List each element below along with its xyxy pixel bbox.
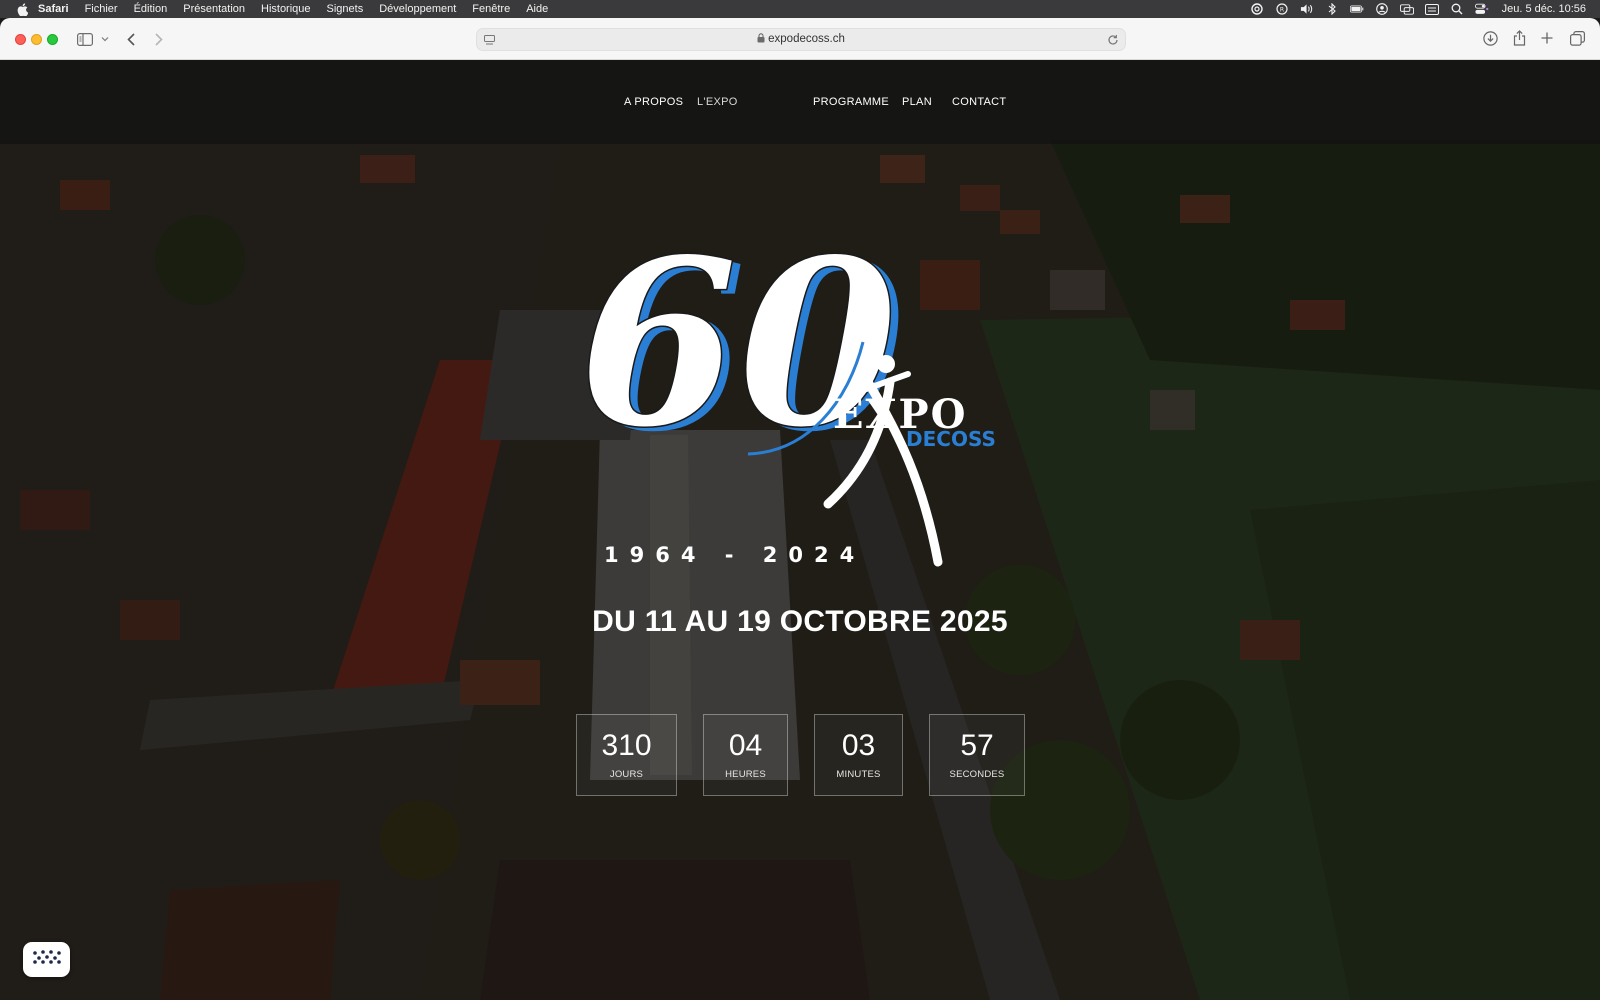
lock-icon [757, 33, 765, 46]
logo-years: 1964 - 2024 [604, 543, 865, 567]
url-display[interactable]: expodecoss.ch [477, 33, 1125, 46]
sidebar-icon[interactable] [76, 32, 94, 46]
menu-app-name[interactable]: Safari [38, 3, 69, 15]
bluetooth-icon[interactable] [1325, 3, 1339, 15]
volume-icon[interactable] [1300, 3, 1314, 15]
tab-overview-icon[interactable] [1569, 30, 1585, 46]
window-minimize-button[interactable] [31, 34, 42, 45]
countdown-hours: 04 HEURES [703, 714, 788, 796]
notch-app-icon[interactable]: R [1275, 3, 1289, 15]
logo-brand-bottom: DECOSS [906, 427, 996, 451]
url-text: expodecoss.ch [768, 33, 845, 45]
menu-presentation[interactable]: Présentation [183, 3, 245, 15]
forward-icon[interactable] [152, 31, 166, 47]
nav-a-propos[interactable]: A PROPOS [624, 96, 683, 108]
nav-l-expo[interactable]: L'EXPO [697, 96, 738, 108]
control-center-icon[interactable] [1474, 3, 1489, 15]
nav-plan[interactable]: PLAN [902, 96, 932, 108]
logo-number: 60 [578, 232, 898, 479]
reload-icon[interactable] [1106, 33, 1119, 46]
countdown-seconds: 57 SECONDES [929, 714, 1025, 796]
menu-developpement[interactable]: Développement [379, 3, 456, 15]
chevron-down-icon[interactable] [100, 34, 110, 44]
cookie-icon [29, 947, 65, 972]
share-icon[interactable] [1511, 29, 1527, 47]
countdown-hours-value: 04 [728, 729, 763, 762]
nav-contact[interactable]: CONTACT [952, 96, 1006, 108]
user-icon[interactable] [1375, 3, 1389, 15]
menu-edition[interactable]: Édition [134, 3, 168, 15]
menu-historique[interactable]: Historique [261, 3, 311, 15]
screen-mirroring-icon[interactable] [1399, 3, 1414, 15]
countdown-seconds-label: SECONDES [949, 769, 1005, 780]
web-page: A PROPOS L'EXPO PROGRAMME PLAN CONTACT 6… [0, 60, 1600, 1000]
countdown-minutes-value: 03 [841, 729, 876, 762]
nav-programme[interactable]: PROGRAMME [813, 96, 889, 108]
cookie-settings-button[interactable] [23, 942, 70, 977]
battery-icon[interactable] [1349, 3, 1364, 15]
download-icon[interactable] [1482, 30, 1498, 46]
countdown-days-value: 310 [601, 729, 652, 762]
event-dates-headline: DU 11 AU 19 OCTOBRE 2025 [592, 605, 1008, 638]
menu-signets[interactable]: Signets [327, 3, 364, 15]
window-close-button[interactable] [15, 34, 26, 45]
back-icon[interactable] [124, 31, 138, 47]
countdown-minutes-label: MINUTES [836, 769, 881, 780]
apple-icon[interactable] [14, 2, 30, 16]
countdown-days-label: JOURS [609, 769, 644, 780]
creative-cloud-icon[interactable] [1250, 3, 1264, 15]
expo-de-coss-60-years-logo: 60 60 EXPO DECOSS 1964 - 2024 [578, 232, 996, 567]
countdown-days: 310 JOURS [576, 714, 677, 796]
countdown-hours-label: HEURES [725, 769, 766, 780]
menu-fenetre[interactable]: Fenêtre [472, 3, 510, 15]
spotlight-search-icon[interactable] [1450, 3, 1464, 15]
menu-fichier[interactable]: Fichier [85, 3, 118, 15]
macos-menu-bar: Safari Fichier Édition Présentation Hist… [0, 0, 1600, 18]
safari-toolbar: expodecoss.ch [0, 18, 1600, 60]
countdown-minutes: 03 MINUTES [814, 714, 903, 796]
countdown-seconds-value: 57 [960, 729, 994, 762]
site-navigation-bar: A PROPOS L'EXPO PROGRAMME PLAN CONTACT [0, 60, 1600, 144]
menu-bar-clock[interactable]: Jeu. 5 déc. 10:56 [1502, 3, 1586, 15]
status-area: R Jeu. 5 déc. 10:56 [1250, 0, 1586, 18]
svg-text:R: R [1280, 7, 1284, 14]
window-zoom-button[interactable] [47, 34, 58, 45]
keyboard-layout-icon[interactable] [1424, 3, 1439, 15]
new-tab-icon[interactable] [1540, 31, 1554, 45]
menu-aide[interactable]: Aide [526, 3, 548, 15]
address-bar[interactable]: expodecoss.ch [476, 28, 1126, 51]
